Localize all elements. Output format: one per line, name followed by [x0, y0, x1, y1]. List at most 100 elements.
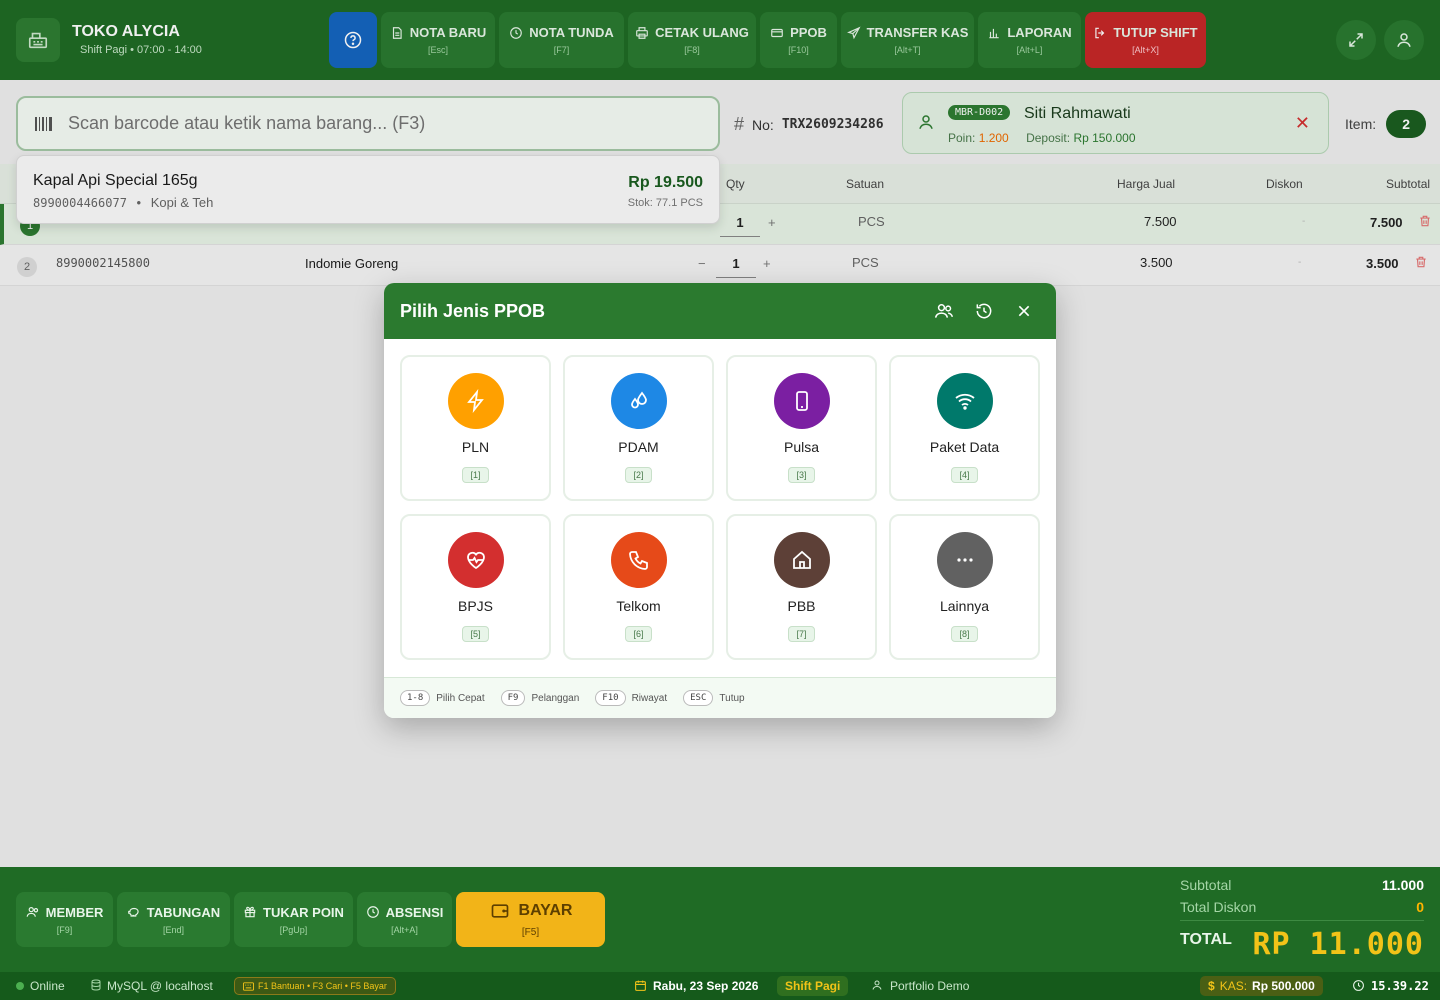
ppob-option-key: [5] [462, 626, 489, 642]
water-drop-icon [631, 391, 647, 409]
shortcut-key: 1-8 [400, 690, 431, 706]
telkom-icon-circle [611, 532, 667, 588]
pulsa-icon-circle [774, 373, 830, 429]
clock-icon [1352, 979, 1365, 995]
shortcut-text: Pelanggan [531, 692, 580, 704]
modal-header: Pilih Jenis PPOB [384, 283, 1056, 339]
users-icon [934, 304, 954, 318]
discount-value: 0 [1416, 899, 1424, 915]
ppob-option-bpjs[interactable]: BPJS [5] [400, 514, 551, 660]
total-label: TOTAL [1180, 931, 1232, 948]
kas-value: Rp 500.000 [1252, 979, 1315, 993]
attendance-key: [Alt+A] [391, 924, 418, 935]
history-icon [976, 303, 992, 319]
online-status: Online [30, 979, 65, 993]
cash-balance: $ KAS: Rp 500.000 [1200, 976, 1323, 996]
member-button-label: MEMBER [45, 904, 104, 920]
pbb-icon-circle [774, 532, 830, 588]
redeem-points-key: [PgUp] [279, 924, 308, 935]
wifi-icon [955, 393, 975, 410]
bpjs-icon-circle [448, 532, 504, 588]
online-dot-icon [16, 982, 24, 990]
ppob-modal: Pilih Jenis PPOB PLN [1] PDAM [2] Pulsa … [384, 283, 1056, 718]
db-status: MySQL @ localhost [107, 979, 213, 993]
shortcut-key: ESC [683, 690, 714, 706]
member-button[interactable]: MEMBER [F9] [16, 892, 113, 947]
subtotal-label: Subtotal [1180, 877, 1232, 893]
ppob-option-lainnya[interactable]: Lainnya [8] [889, 514, 1040, 660]
totals-panel: Subtotal 11.000 Total Diskon 0 TOTAL RP … [1180, 877, 1424, 967]
savings-button[interactable]: TABUNGAN [End] [117, 892, 230, 947]
shortcuts-hint: F1 Bantuan • F3 Cari • F5 Bayar [234, 977, 396, 995]
ppob-option-pulsa[interactable]: Pulsa [3] [726, 355, 877, 501]
ppob-option-label: PLN [461, 439, 490, 455]
status-bar: Online MySQL @ localhost F1 Bantuan • F3… [0, 972, 1440, 1000]
bottom-action-bar: MEMBER [F9] TABUNGAN [End] TUKAR POIN [P… [0, 867, 1440, 972]
savings-button-label: TABUNGAN [146, 904, 221, 920]
ppob-option-key: [3] [788, 467, 815, 483]
ppob-option-paket-data[interactable]: Paket Data [4] [889, 355, 1040, 501]
kas-label: KAS: [1219, 979, 1248, 993]
ppob-option-key: [7] [788, 626, 815, 642]
shortcut-text: Riwayat [631, 692, 668, 704]
modal-title: Pilih Jenis PPOB [400, 301, 546, 321]
pay-key: [F5] [521, 927, 540, 938]
history-button[interactable] [972, 299, 996, 323]
ppob-option-label: Paket Data [929, 439, 1000, 455]
shortcut-text: Tutup [719, 692, 745, 704]
dollar-icon: $ [1208, 979, 1215, 993]
more-dots-icon [957, 558, 973, 562]
ppob-option-pdam[interactable]: PDAM [2] [563, 355, 714, 501]
customers-button[interactable] [932, 299, 956, 323]
modal-footer-shortcuts: 1-8 Pilih Cepat F9 Pelanggan F10 Riwayat… [384, 677, 1056, 718]
keyboard-icon [243, 981, 254, 991]
pay-button[interactable]: BAYAR [F5] [456, 892, 605, 947]
wallet-icon [491, 904, 508, 918]
pln-icon-circle [448, 373, 504, 429]
home-icon [793, 550, 811, 569]
attendance-label: ABSENSI [385, 904, 444, 920]
paket-data-icon-circle [937, 373, 993, 429]
ppob-option-label: PBB [787, 598, 816, 614]
status-shift: Shift Pagi [777, 976, 849, 996]
gift-icon [244, 906, 256, 918]
lightning-icon [467, 389, 484, 413]
redeem-points-label: TUKAR POIN [263, 904, 344, 920]
ppob-option-label: BPJS [457, 598, 493, 614]
ppob-option-telkom[interactable]: Telkom [6] [563, 514, 714, 660]
shortcut-key: F10 [595, 690, 626, 706]
ppob-option-pln[interactable]: PLN [1] [400, 355, 551, 501]
ppob-option-key: [8] [951, 626, 978, 642]
clock-icon [366, 906, 379, 918]
ppob-option-key: [2] [625, 467, 652, 483]
ppob-option-label: Lainnya [939, 598, 990, 614]
subtotal-value: 11.000 [1381, 877, 1424, 893]
savings-button-key: [End] [162, 924, 184, 935]
close-icon [1018, 305, 1030, 317]
status-date: Rabu, 23 Sep 2026 [653, 979, 759, 993]
total-value: RP 11.000 [1252, 927, 1424, 962]
status-user: Portfolio Demo [890, 979, 970, 993]
status-time: 15.39.22 [1371, 979, 1429, 993]
ppob-option-key: [6] [625, 626, 652, 642]
phone-icon [629, 551, 648, 570]
users-icon [26, 907, 38, 917]
pdam-icon-circle [611, 373, 667, 429]
shortcuts-text: F1 Bantuan • F3 Cari • F5 Bayar [258, 981, 387, 991]
smartphone-icon [796, 391, 808, 411]
redeem-points-button[interactable]: TUKAR POIN [PgUp] [234, 892, 353, 947]
pay-label: BAYAR [518, 902, 573, 919]
ppob-option-pbb[interactable]: PBB [7] [726, 514, 877, 660]
ppob-option-key: [1] [462, 467, 489, 483]
heart-pulse-icon [467, 551, 485, 570]
member-button-key: [F9] [56, 924, 73, 935]
close-modal-button[interactable] [1012, 299, 1036, 323]
attendance-button[interactable]: ABSENSI [Alt+A] [357, 892, 452, 947]
piggy-bank-icon [127, 907, 139, 917]
calendar-icon [634, 979, 647, 995]
user-icon [871, 979, 883, 994]
shortcut-text: Pilih Cepat [436, 692, 485, 704]
ppob-option-label: PDAM [618, 439, 659, 455]
discount-label: Total Diskon [1180, 899, 1257, 915]
ppob-option-label: Pulsa [783, 439, 820, 455]
